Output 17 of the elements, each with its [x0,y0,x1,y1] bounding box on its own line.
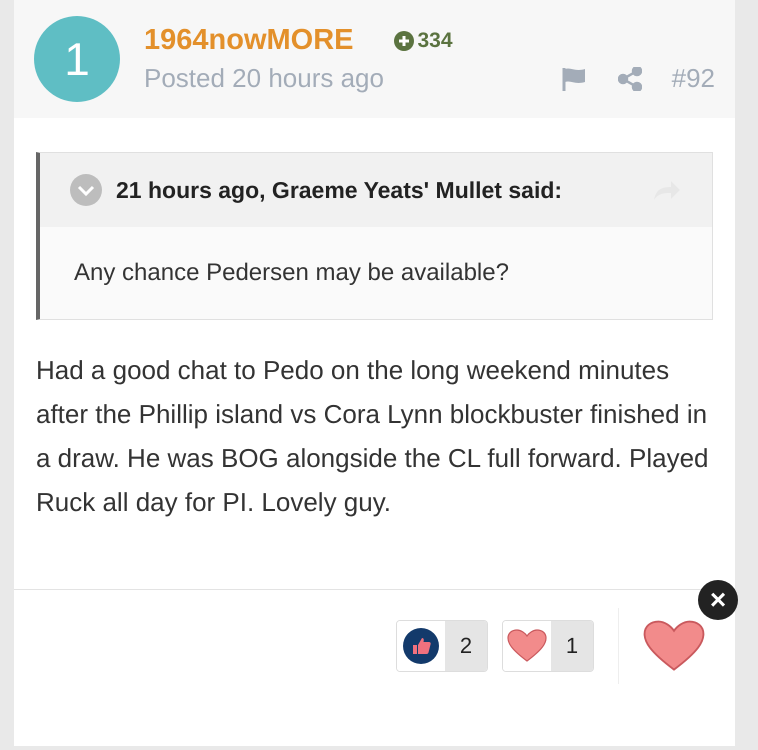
flag-icon[interactable] [562,66,588,90]
heart-icon [643,620,705,672]
reaction-count: 1 [551,621,593,671]
quote-text: Any chance Pedersen may be available? [73,258,510,288]
quote-citation: 21 hours ago, Graeme Yeats' Mullet said: [116,176,564,204]
plus-icon [394,30,414,50]
reaction-count: 2 [445,621,487,671]
share-icon[interactable] [618,66,642,90]
post-date: Posted 20 hours ago [144,63,384,94]
reaction-button[interactable]: 2 [396,620,488,672]
thumbs-up-icon [403,628,439,664]
heart-icon [507,629,547,663]
post-body: Had a good chat to Pedo on the long weekend minutes after the Phillip island vs Cora Lynn blockbuster finished in a draw. He was BOG alongside the CL full forward. Played Ruck all day for PI. Lovely guy. [36,355,708,517]
chevron-down-icon[interactable] [70,174,102,206]
close-button[interactable]: × [698,580,738,620]
reputation-count: 334 [418,28,453,52]
reaction-button[interactable]: 1 [502,620,594,672]
